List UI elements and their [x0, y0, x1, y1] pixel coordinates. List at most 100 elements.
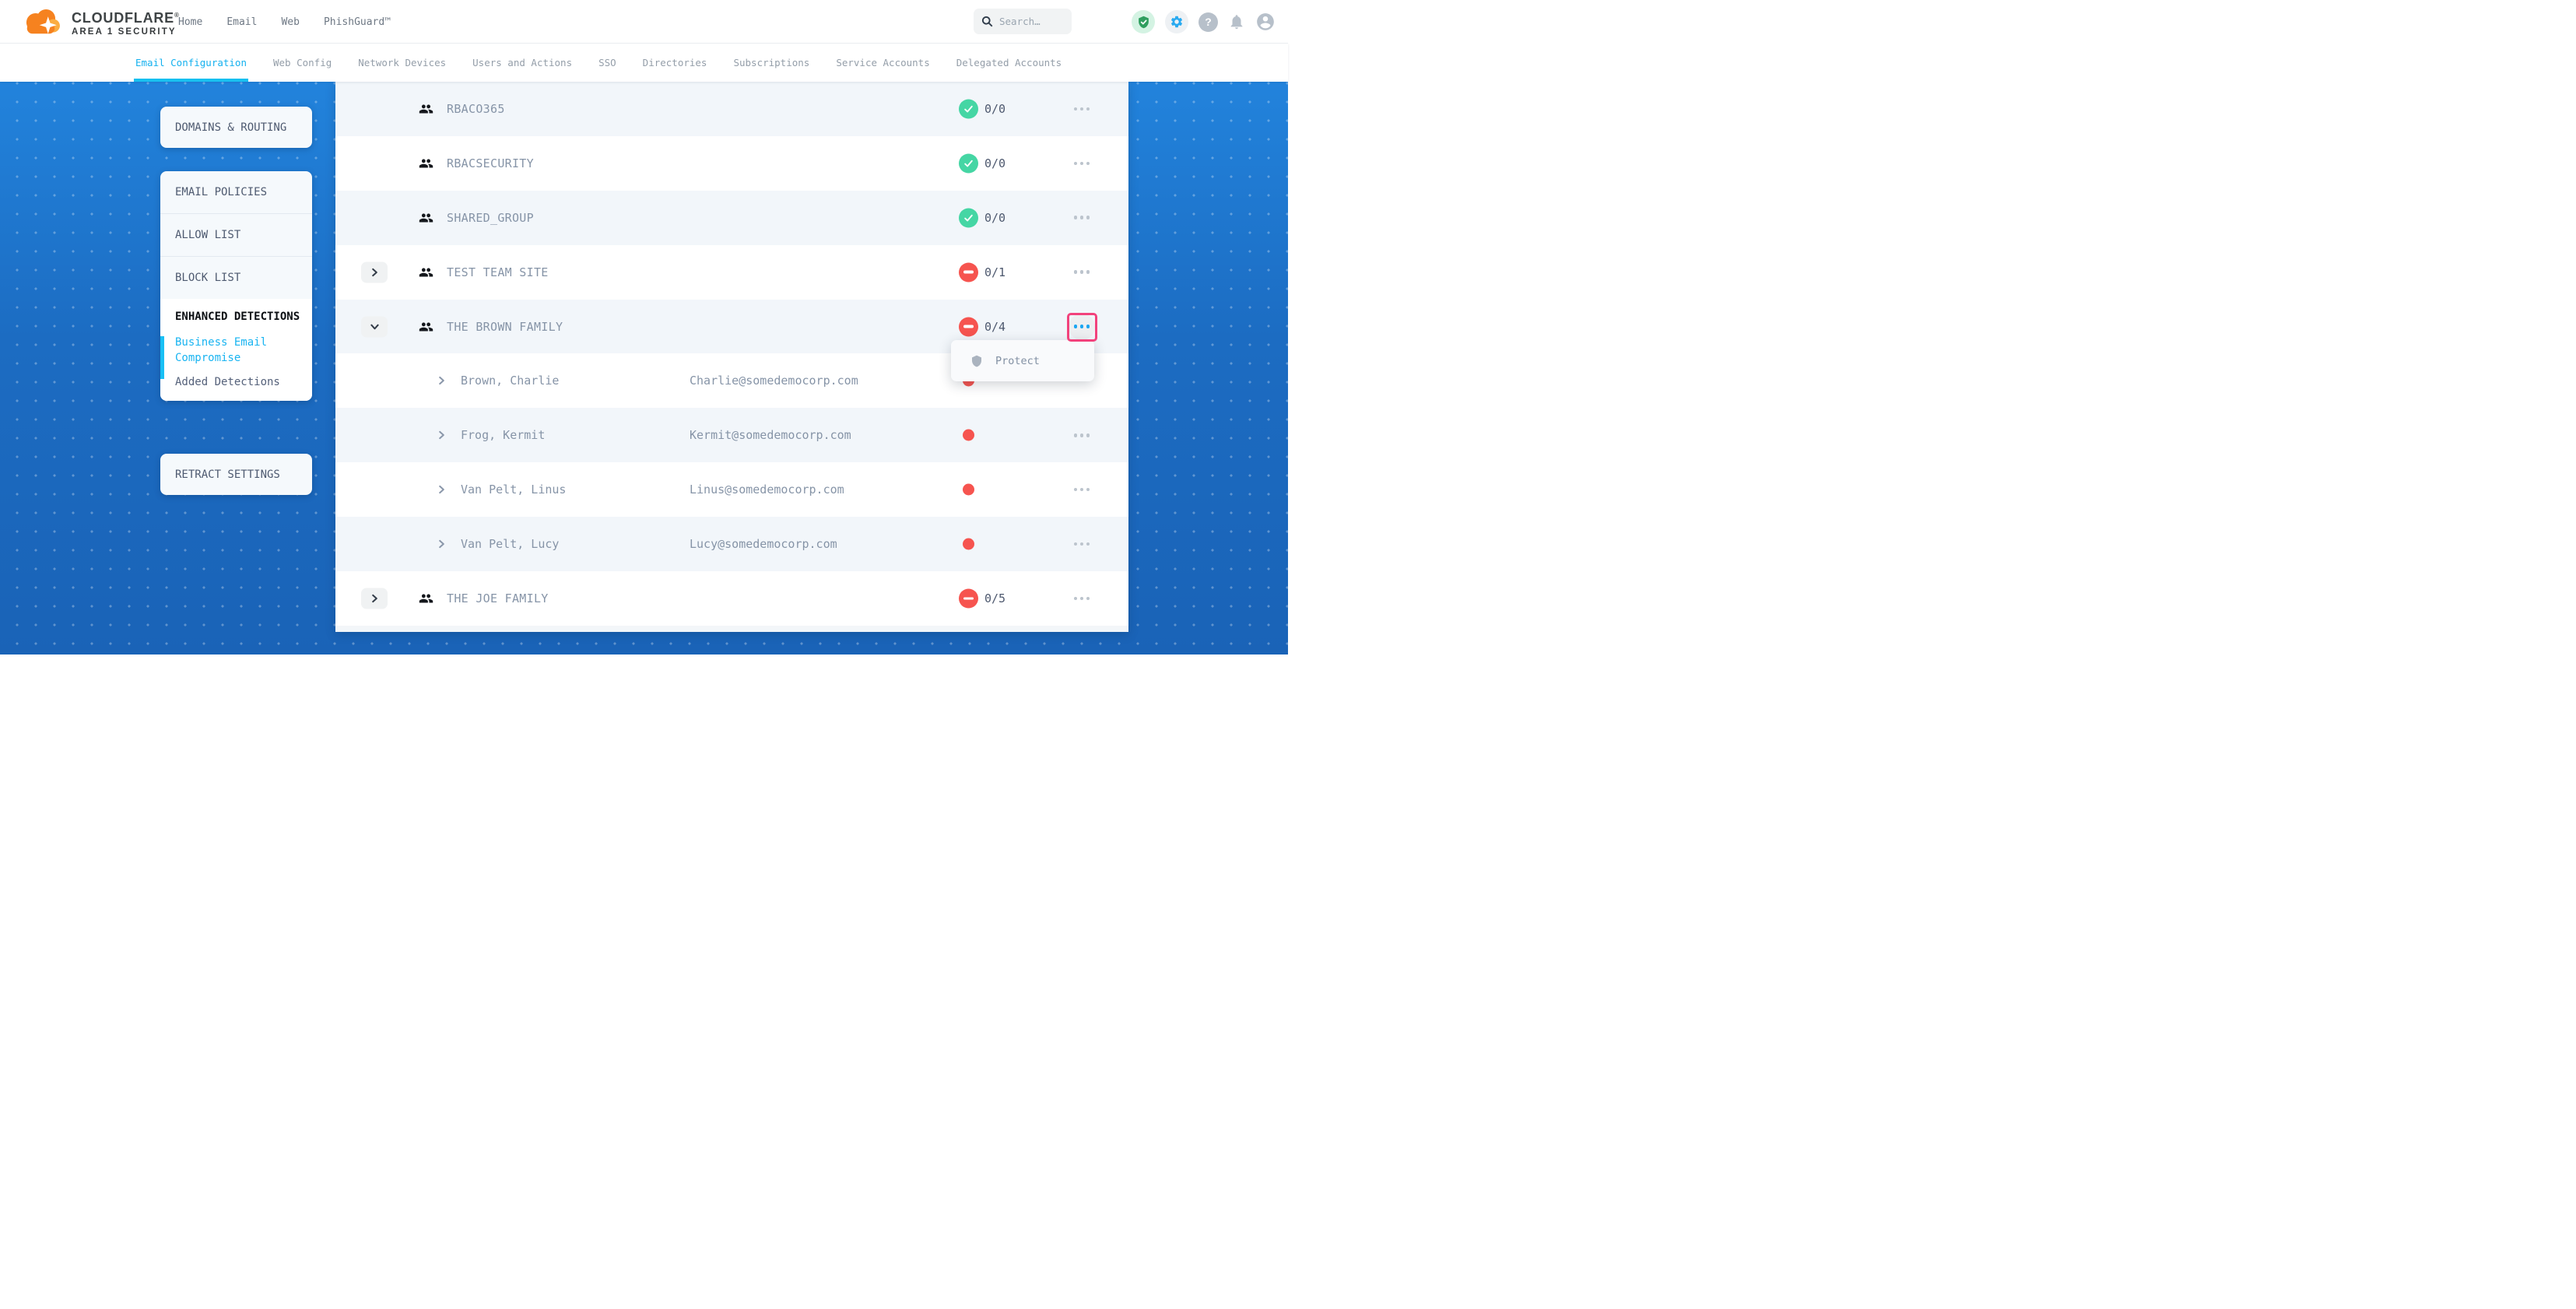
nav-item-phishguard[interactable]: PhishGuard™	[324, 16, 391, 28]
group-icon	[419, 319, 433, 334]
protected-count: 0/0	[984, 102, 1005, 116]
member-chevron-icon	[437, 431, 446, 440]
expand-toggle-button[interactable]	[361, 261, 388, 283]
status-protected-icon	[959, 208, 978, 227]
group-row[interactable]: RBACO365 0/0	[335, 82, 1128, 136]
group-icon	[419, 265, 433, 279]
group-name: THE JOE FAMILY	[447, 591, 549, 605]
member-chevron-icon	[437, 377, 446, 385]
group-name: THE BROWN FAMILY	[447, 320, 563, 334]
sidebar-section-enhanced-detections: ENHANCED DETECTIONS Business Email Compr…	[160, 299, 312, 401]
ellipsis-icon	[1074, 542, 1078, 546]
panel-footer-strip	[335, 626, 1128, 632]
chevron-right-icon	[370, 268, 379, 276]
sidebar-item-email-policies[interactable]: EMAIL POLICIES	[160, 171, 312, 213]
group-row[interactable]: TEST TEAM SITE 0/1	[335, 245, 1128, 300]
tab-web-config[interactable]: Web Config	[273, 44, 332, 82]
brand-subtitle: AREA 1 SECURITY	[72, 27, 180, 37]
top-navigation: Home Email Web PhishGuard™	[178, 0, 391, 44]
member-name: Van Pelt, Linus	[461, 483, 566, 497]
ellipsis-icon	[1074, 270, 1078, 274]
chevron-right-icon	[370, 594, 379, 602]
ellipsis-icon	[1074, 107, 1078, 111]
page-background: DOMAINS & ROUTING EMAIL POLICIES ALLOW L…	[0, 82, 1288, 654]
row-menu-button[interactable]	[1069, 422, 1095, 448]
row-menu-button[interactable]	[1069, 531, 1095, 557]
status-unprotected-dot	[963, 484, 974, 496]
tab-network-devices[interactable]: Network Devices	[358, 44, 446, 82]
sidebar-item-retract-settings[interactable]: RETRACT SETTINGS	[160, 454, 312, 495]
row-menu-button[interactable]	[1069, 314, 1095, 340]
member-row[interactable]: Van Pelt, LinusLinus@somedemocorp.com	[335, 462, 1128, 517]
status-protected-icon	[959, 153, 978, 173]
ellipsis-icon	[1074, 488, 1078, 492]
tab-sso[interactable]: SSO	[598, 44, 616, 82]
protected-count: 0/1	[984, 265, 1005, 279]
group-name: RBACSECURITY	[447, 156, 534, 170]
tab-service-accounts[interactable]: Service Accounts	[836, 44, 929, 82]
member-email: Lucy@somedemocorp.com	[690, 537, 837, 551]
nav-item-web[interactable]: Web	[281, 16, 299, 28]
ellipsis-icon	[1074, 162, 1078, 166]
row-menu-button[interactable]	[1069, 259, 1095, 286]
group-row[interactable]: RBACSECURITY 0/0	[335, 136, 1128, 191]
chevron-down-icon	[370, 322, 379, 331]
sidebar-item-business-email-compromise[interactable]: Business Email Compromise	[175, 335, 301, 366]
status-unprotected-icon	[959, 262, 978, 282]
app-header: CLOUDFLARE® AREA 1 SECURITY Home Email Web…	[0, 0, 1288, 44]
cloudflare-area1-logo[interactable]: CLOUDFLARE® AREA 1 SECURITY	[22, 5, 180, 38]
status-protected-icon	[959, 99, 978, 118]
protected-count: 0/5	[984, 591, 1005, 605]
row-menu-button[interactable]	[1069, 150, 1095, 177]
member-name: Brown, Charlie	[461, 374, 559, 388]
shield-icon	[970, 355, 983, 367]
group-name: TEST TEAM SITE	[447, 265, 549, 279]
member-row[interactable]: Frog, Kermit Kermit@somedemocorp.com	[335, 408, 1128, 462]
menu-item-protect[interactable]: Protect	[995, 355, 1040, 367]
row-menu-button[interactable]	[1069, 476, 1095, 503]
member-email: Kermit@somedemocorp.com	[690, 428, 851, 442]
expand-toggle-button[interactable]	[361, 316, 388, 337]
tab-subscriptions[interactable]: Subscriptions	[733, 44, 809, 82]
nav-item-home[interactable]: Home	[178, 16, 202, 28]
sidebar-item-block-list[interactable]: BLOCK LIST	[160, 257, 312, 299]
tab-delegated-accounts[interactable]: Delegated Accounts	[956, 44, 1062, 82]
tab-email-configuration[interactable]: Email Configuration	[135, 44, 247, 82]
tab-directories[interactable]: Directories	[643, 44, 707, 82]
tab-users-and-actions[interactable]: Users and Actions	[472, 44, 572, 82]
account-icon[interactable]	[1255, 12, 1276, 32]
row-menu-button[interactable]	[1069, 205, 1095, 231]
member-name: Frog, Kermit	[461, 428, 545, 442]
member-row[interactable]: Van Pelt, Lucy Lucy@somedemocorp.com	[335, 517, 1128, 571]
sidebar-item-domains-routing[interactable]: DOMAINS & ROUTING	[160, 107, 312, 148]
ellipsis-icon	[1074, 597, 1078, 601]
search-input[interactable]	[999, 16, 1062, 27]
status-unprotected-icon	[959, 588, 978, 608]
row-menu-button[interactable]	[1069, 96, 1095, 122]
help-icon[interactable]: ?	[1199, 12, 1218, 32]
protected-count: 0/0	[984, 156, 1005, 170]
group-icon	[419, 591, 433, 605]
ellipsis-icon	[1074, 433, 1078, 437]
group-icon	[419, 210, 433, 225]
sidebar-item-allow-list[interactable]: ALLOW LIST	[160, 214, 312, 256]
shield-check-icon[interactable]	[1132, 10, 1155, 33]
member-name: Van Pelt, Lucy	[461, 537, 559, 551]
cloudflare-cloud-icon	[22, 5, 64, 38]
notifications-bell-icon[interactable]	[1228, 13, 1245, 30]
row-context-menu[interactable]: Protect	[951, 340, 1094, 381]
nav-item-email[interactable]: Email	[226, 16, 257, 28]
ellipsis-icon	[1074, 325, 1078, 328]
status-unprotected-icon	[959, 317, 978, 336]
status-unprotected-dot	[963, 430, 974, 441]
member-chevron-icon	[437, 486, 446, 494]
settings-gear-icon[interactable]	[1165, 10, 1188, 33]
expand-toggle-button[interactable]	[361, 588, 388, 609]
group-row[interactable]: SHARED_GROUP0/0	[335, 191, 1128, 245]
enhanced-detections-title: ENHANCED DETECTIONS	[175, 309, 301, 325]
group-row[interactable]: THE JOE FAMILY 0/5	[335, 571, 1128, 626]
group-name: RBACO365	[447, 102, 505, 116]
search-box[interactable]	[974, 9, 1072, 34]
sidebar-item-added-detections[interactable]: Added Detections	[175, 376, 301, 388]
row-menu-button[interactable]	[1069, 585, 1095, 612]
